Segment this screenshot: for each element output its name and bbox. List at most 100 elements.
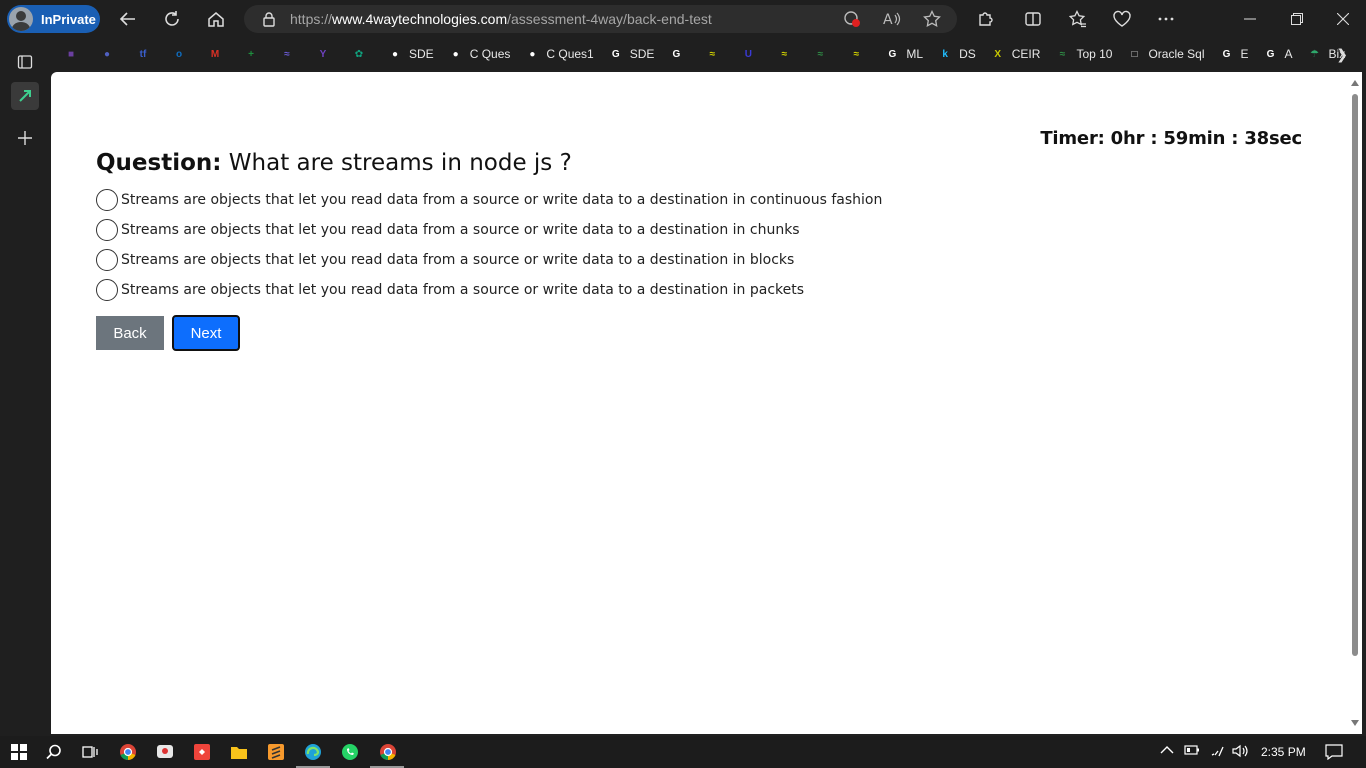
favorites-icon[interactable] <box>1066 7 1090 31</box>
favorite-label: E <box>1240 47 1249 61</box>
favorite-item[interactable]: ● <box>99 42 121 66</box>
browser-essentials-icon[interactable] <box>1110 7 1134 31</box>
answer-option[interactable]: Streams are objects that let you read da… <box>96 275 882 305</box>
google-icon: G <box>1266 48 1275 60</box>
favorite-label: C Ques1 <box>546 47 594 61</box>
lock-icon[interactable] <box>262 11 276 27</box>
gmail-icon: M <box>210 48 220 60</box>
favorite-item[interactable]: G <box>668 42 690 66</box>
new-tab-plus-icon[interactable] <box>11 124 39 152</box>
favorite-item[interactable]: U <box>740 42 762 66</box>
favorite-item[interactable]: □ Oracle Sql <box>1126 42 1204 66</box>
chevron-up-icon[interactable] <box>1160 744 1174 758</box>
url-path: /assessment-4way/back-end-test <box>507 11 712 27</box>
answer-option[interactable]: Streams are objects that let you read da… <box>96 215 882 245</box>
favorite-label: Top 10 <box>1076 47 1113 61</box>
minimize-icon[interactable] <box>1238 7 1262 31</box>
url-prefix: https:// <box>290 11 333 27</box>
task-view-icon[interactable] <box>79 741 101 763</box>
radio-button[interactable] <box>96 249 118 271</box>
extensions-icon[interactable] <box>973 7 997 31</box>
favorite-item[interactable]: G ML <box>884 42 924 66</box>
favorite-item[interactable]: ≈ <box>812 42 834 66</box>
swirl-icon: ≈ <box>284 48 290 60</box>
close-icon[interactable] <box>1331 7 1355 31</box>
whatsapp-icon[interactable] <box>339 741 361 763</box>
option-label: Streams are objects that let you read da… <box>121 192 883 208</box>
battery-icon[interactable] <box>1184 744 1200 759</box>
inprivate-badge[interactable]: InPrivate <box>7 5 100 33</box>
next-button[interactable]: Next <box>172 315 240 351</box>
radio-button[interactable] <box>96 279 118 301</box>
sublime-text-icon[interactable] <box>265 741 287 763</box>
chevron-right-icon[interactable]: ❯ <box>1336 46 1348 63</box>
more-options-icon[interactable] <box>1154 7 1178 31</box>
chrome-icon[interactable] <box>117 741 139 763</box>
scroll-up-icon[interactable] <box>1351 80 1359 86</box>
windows-start-icon[interactable] <box>8 741 30 763</box>
answer-option[interactable]: Streams are objects that let you read da… <box>96 185 882 215</box>
wifi-icon[interactable] <box>1210 744 1226 761</box>
circle-logo-icon: ● <box>103 48 111 60</box>
favorite-item[interactable]: ≈ <box>704 42 726 66</box>
favorite-star-icon[interactable] <box>920 7 944 31</box>
chat-app-icon[interactable] <box>154 741 176 763</box>
scrollbar-thumb[interactable] <box>1352 94 1358 656</box>
active-tab-favicon-icon[interactable] <box>11 82 39 110</box>
edge-icon[interactable] <box>302 741 324 763</box>
k-icon: k <box>942 48 948 60</box>
radio-button[interactable] <box>96 219 118 241</box>
restore-icon[interactable] <box>1285 7 1309 31</box>
favorite-item[interactable]: GA <box>1263 42 1293 66</box>
question-label: Question: <box>96 150 222 176</box>
back-button[interactable]: Back <box>96 316 164 350</box>
split-screen-icon[interactable] <box>1021 7 1045 31</box>
favorite-label: DS <box>959 47 976 61</box>
favorite-label: CEIR <box>1011 47 1041 61</box>
favorite-item[interactable]: tf <box>135 42 157 66</box>
leaf-icon: ≈ <box>853 48 860 60</box>
favorite-item[interactable]: ≈ Top 10 <box>1054 42 1113 66</box>
favorite-item[interactable]: ● C Ques <box>448 42 511 66</box>
clock[interactable]: 2:35 PM <box>1261 745 1306 759</box>
favorite-item[interactable]: ● C Ques1 <box>524 42 593 66</box>
back-arrow-icon[interactable] <box>116 7 140 31</box>
vertical-scrollbar[interactable] <box>1350 78 1360 728</box>
favorite-item[interactable]: k DS <box>937 42 976 66</box>
search-icon[interactable] <box>43 741 65 763</box>
favorite-item[interactable]: G SDE <box>608 42 655 66</box>
refresh-icon[interactable] <box>160 7 184 31</box>
tracking-prevention-icon[interactable] <box>840 7 864 31</box>
scroll-down-icon[interactable] <box>1351 720 1359 726</box>
chrome-icon[interactable] <box>377 741 399 763</box>
anydesk-icon[interactable] <box>191 741 213 763</box>
home-icon[interactable] <box>204 7 228 31</box>
favorite-item[interactable]: M <box>207 42 229 66</box>
google-icon: G <box>611 48 620 60</box>
favorite-item[interactable]: ≈ <box>279 42 301 66</box>
favorite-label: Oracle Sql <box>1148 47 1205 61</box>
favorite-item[interactable]: ≈ <box>776 42 798 66</box>
option-label: Streams are objects that let you read da… <box>121 282 805 298</box>
read-aloud-icon[interactable]: A <box>880 7 904 31</box>
file-explorer-icon[interactable] <box>228 741 250 763</box>
favorite-item[interactable]: + <box>243 42 265 66</box>
gfg-icon: ≈ <box>1059 48 1066 60</box>
favorite-item[interactable]: ✿ <box>351 42 373 66</box>
answer-option[interactable]: Streams are objects that let you read da… <box>96 245 882 275</box>
favorite-label: ML <box>906 47 924 61</box>
favorite-item[interactable]: GE <box>1219 42 1249 66</box>
favorite-item[interactable]: Y <box>315 42 337 66</box>
favorite-label: A <box>1284 47 1293 61</box>
tab-actions-icon[interactable] <box>11 48 39 76</box>
favorite-item[interactable]: ■ <box>63 42 85 66</box>
volume-icon[interactable] <box>1232 744 1248 761</box>
radio-button[interactable] <box>96 189 118 211</box>
timer: Timer: 0hr : 59min : 38sec <box>1040 128 1302 149</box>
favorite-item[interactable]: ≈ <box>848 42 870 66</box>
outlook-icon: o <box>175 48 183 60</box>
favorite-item[interactable]: X CEIR <box>990 42 1041 66</box>
notification-icon[interactable] <box>1325 744 1343 763</box>
favorite-item[interactable]: ● SDE <box>387 42 434 66</box>
favorite-item[interactable]: o <box>171 42 193 66</box>
